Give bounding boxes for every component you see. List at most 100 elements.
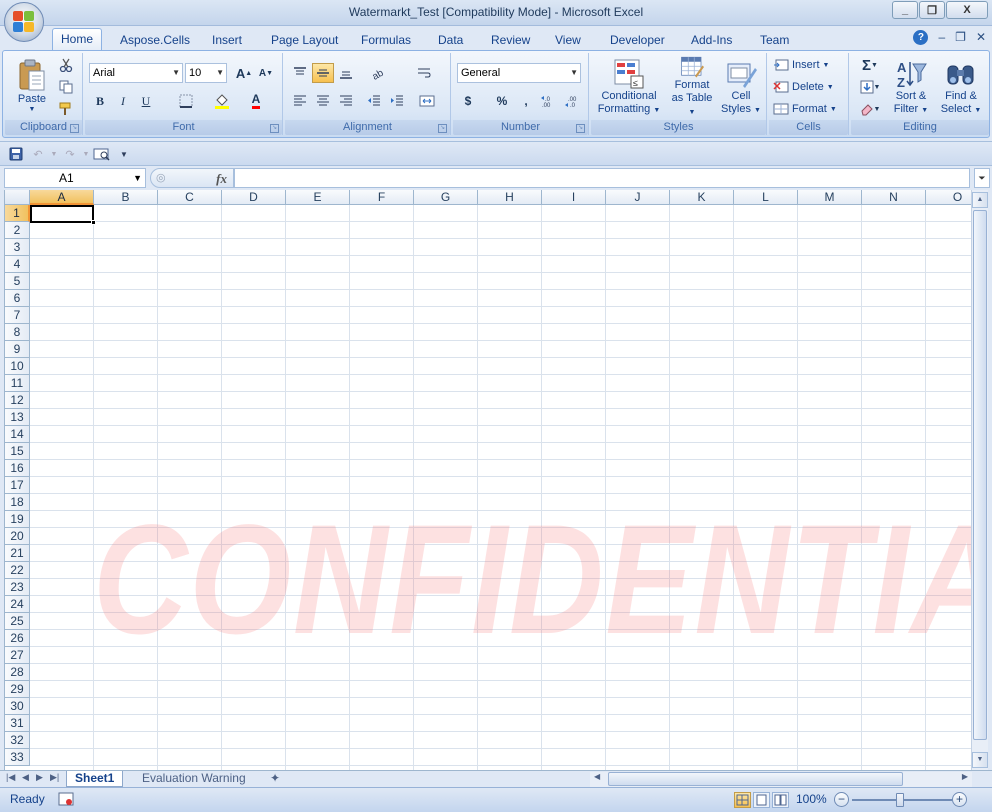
sheet-tab-evaluation-warning[interactable]: Evaluation Warning bbox=[134, 771, 254, 787]
borders-button[interactable] bbox=[175, 91, 197, 111]
scroll-left-icon[interactable]: ◀ bbox=[594, 772, 600, 781]
macro-record-button[interactable] bbox=[58, 792, 74, 807]
select-all-button[interactable] bbox=[5, 190, 30, 205]
row-header[interactable]: 2 bbox=[5, 222, 30, 239]
column-header[interactable]: J bbox=[606, 190, 670, 205]
help-icon[interactable]: ? bbox=[913, 30, 929, 45]
row-header[interactable]: 18 bbox=[5, 494, 30, 511]
undo-dropdown-icon[interactable]: ▼ bbox=[46, 146, 62, 162]
insert-function-icon[interactable]: fx bbox=[216, 171, 227, 187]
print-preview-button[interactable] bbox=[92, 146, 112, 162]
row-header[interactable]: 27 bbox=[5, 647, 30, 664]
row-header[interactable]: 22 bbox=[5, 562, 30, 579]
tab-data[interactable]: Data bbox=[430, 30, 471, 50]
copy-button[interactable] bbox=[55, 77, 77, 97]
row-header[interactable]: 20 bbox=[5, 528, 30, 545]
row-header[interactable]: 11 bbox=[5, 375, 30, 392]
insert-sheet-icon[interactable]: ✦ bbox=[262, 771, 288, 787]
sheet-tab-sheet1[interactable]: Sheet1 bbox=[66, 771, 124, 787]
conditional-formatting-button[interactable]: ≤ Conditional Formatting ▼ bbox=[593, 55, 665, 119]
row-header[interactable]: 7 bbox=[5, 307, 30, 324]
column-header[interactable]: D bbox=[222, 190, 286, 205]
bold-button[interactable]: B bbox=[89, 91, 111, 111]
row-header[interactable]: 4 bbox=[5, 256, 30, 273]
column-header[interactable]: F bbox=[350, 190, 414, 205]
comma-button[interactable]: , bbox=[515, 91, 537, 111]
alignment-launcher-icon[interactable]: ↘ bbox=[438, 124, 447, 133]
align-top-button[interactable] bbox=[289, 63, 311, 83]
tab-team[interactable]: Team bbox=[752, 30, 797, 50]
scroll-up-icon[interactable]: ▲ bbox=[972, 192, 988, 208]
horizontal-scroll-thumb[interactable] bbox=[608, 772, 903, 786]
save-button[interactable] bbox=[8, 146, 24, 162]
row-header[interactable]: 14 bbox=[5, 426, 30, 443]
align-bottom-button[interactable] bbox=[335, 63, 357, 83]
tab-add-ins[interactable]: Add-Ins bbox=[683, 30, 740, 50]
column-header[interactable]: L bbox=[734, 190, 798, 205]
decrease-decimal-button[interactable]: .00.0 bbox=[563, 91, 585, 111]
orientation-button[interactable]: ab bbox=[365, 63, 395, 83]
column-header[interactable]: N bbox=[862, 190, 926, 205]
row-header[interactable]: 24 bbox=[5, 596, 30, 613]
name-box[interactable]: A1 ▼ bbox=[4, 168, 146, 188]
expand-formula-bar-icon[interactable]: ⏷ bbox=[974, 168, 990, 188]
cell-area[interactable] bbox=[30, 205, 971, 770]
wrap-text-button[interactable] bbox=[413, 63, 435, 83]
chevron-down-icon[interactable]: ▼ bbox=[133, 169, 142, 187]
horizontal-scrollbar[interactable]: ◀ ▶ bbox=[590, 772, 972, 787]
font-color-button[interactable]: A bbox=[245, 91, 267, 111]
cut-button[interactable] bbox=[55, 55, 77, 75]
column-header[interactable]: I bbox=[542, 190, 606, 205]
last-sheet-icon[interactable]: ▶| bbox=[50, 772, 59, 783]
increase-decimal-button[interactable]: .0.00 bbox=[539, 91, 561, 111]
percent-button[interactable]: % bbox=[491, 91, 513, 111]
row-header[interactable]: 12 bbox=[5, 392, 30, 409]
tab-review[interactable]: Review bbox=[483, 30, 538, 50]
column-header[interactable]: G bbox=[414, 190, 478, 205]
column-header[interactable]: K bbox=[670, 190, 734, 205]
paste-button[interactable]: Paste ▼ bbox=[11, 55, 53, 117]
row-header[interactable]: 10 bbox=[5, 358, 30, 375]
row-header[interactable]: 16 bbox=[5, 460, 30, 477]
scroll-down-icon[interactable]: ▼ bbox=[972, 752, 988, 768]
row-header[interactable]: 32 bbox=[5, 732, 30, 749]
scroll-right-icon[interactable]: ▶ bbox=[962, 772, 968, 781]
align-left-button[interactable] bbox=[289, 91, 311, 111]
underline-button[interactable]: U bbox=[135, 91, 157, 111]
tab-developer[interactable]: Developer bbox=[602, 30, 673, 50]
clipboard-launcher-icon[interactable]: ↘ bbox=[70, 124, 79, 133]
column-header[interactable]: M bbox=[798, 190, 862, 205]
vertical-scroll-thumb[interactable] bbox=[973, 210, 987, 740]
customize-toolbar-icon[interactable]: ▼ bbox=[116, 146, 132, 162]
minimize-button[interactable]: _ bbox=[892, 1, 918, 19]
row-header[interactable]: 9 bbox=[5, 341, 30, 358]
row-header[interactable]: 21 bbox=[5, 545, 30, 562]
row-header[interactable]: 29 bbox=[5, 681, 30, 698]
zoom-in-button[interactable]: + bbox=[952, 792, 967, 807]
insert-cells-button[interactable]: Insert ▼ bbox=[773, 55, 829, 75]
row-header[interactable]: 23 bbox=[5, 579, 30, 596]
row-header[interactable]: 8 bbox=[5, 324, 30, 341]
row-header[interactable]: 5 bbox=[5, 273, 30, 290]
redo-button[interactable]: ↷ bbox=[62, 146, 78, 162]
autosum-button[interactable]: Σ ▼ bbox=[855, 55, 885, 75]
format-cells-button[interactable]: Format ▼ bbox=[773, 99, 837, 119]
formula-input[interactable] bbox=[234, 168, 970, 188]
page-break-view-button[interactable] bbox=[772, 792, 789, 808]
zoom-level[interactable]: 100% bbox=[796, 792, 827, 806]
align-center-button[interactable] bbox=[312, 91, 334, 111]
grow-font-button[interactable]: A ▲ bbox=[233, 63, 255, 83]
clear-button[interactable]: ▼ bbox=[855, 99, 885, 119]
shrink-font-button[interactable]: A ▼ bbox=[255, 63, 277, 83]
format-painter-button[interactable] bbox=[55, 99, 77, 119]
row-header[interactable]: 1 bbox=[5, 205, 30, 222]
restore-button[interactable]: ❐ bbox=[919, 1, 945, 19]
row-header[interactable]: 6 bbox=[5, 290, 30, 307]
vertical-scrollbar[interactable]: ▲ ▼ bbox=[971, 190, 988, 770]
font-size-select[interactable]: 10 ▼ bbox=[185, 63, 227, 83]
find-select-button[interactable]: Find & Select ▼ bbox=[937, 55, 985, 119]
row-header[interactable]: 33 bbox=[5, 749, 30, 766]
currency-button[interactable]: $ bbox=[457, 91, 479, 111]
fill-button[interactable]: ▼ bbox=[855, 77, 885, 97]
format-as-table-button[interactable]: Format as Table ▼ bbox=[667, 55, 717, 119]
